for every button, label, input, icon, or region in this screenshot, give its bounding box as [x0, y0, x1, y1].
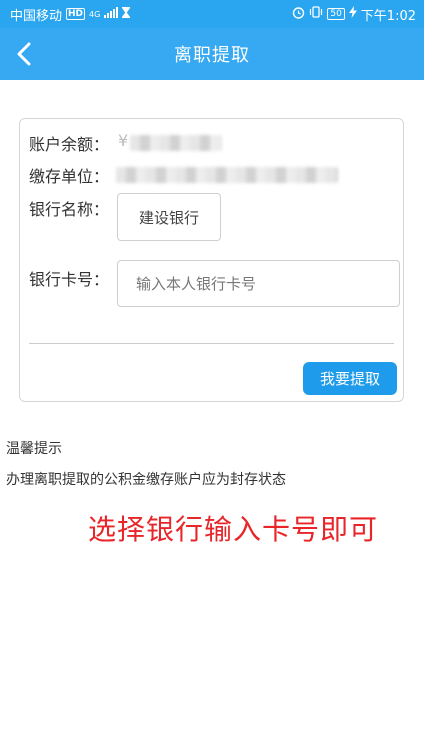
status-right: 50 下午1:02 — [292, 5, 416, 24]
back-button[interactable] — [10, 40, 38, 68]
bank-select-button[interactable]: 建设银行 — [117, 193, 221, 241]
network-type: 4G — [89, 9, 101, 19]
alarm-icon — [292, 6, 305, 23]
title-bar: 离职提取 — [0, 28, 424, 80]
battery-bolt-icon — [348, 6, 357, 22]
card-number-input[interactable] — [117, 260, 400, 307]
bank-name-label: 银行名称： — [29, 200, 110, 219]
employer-label: 缴存单位： — [29, 167, 110, 186]
carrier-name: 中国移动 — [10, 8, 63, 24]
hd-badge: HD — [66, 8, 86, 20]
tips-text: 办理离职提取的公积金缴存账户应为封存状态 — [6, 472, 286, 488]
status-bar: 中国移动 HD 4G 50 下午1:02 — [0, 0, 424, 28]
annotation-text: 选择银行输入卡号即可 — [88, 513, 379, 546]
vibrate-icon — [309, 6, 323, 22]
balance-redacted — [130, 135, 222, 151]
hourglass-icon — [122, 6, 131, 22]
withdraw-form-card: 账户余额： ¥ 缴存单位： 银行名称： 建设银行 银行卡号： 我要提取 — [19, 118, 404, 402]
chevron-left-icon — [17, 42, 31, 66]
battery-level: 50 — [327, 8, 345, 20]
signal-icon — [104, 6, 119, 22]
card-number-label: 银行卡号： — [29, 270, 110, 289]
status-time: 下午1:02 — [360, 8, 416, 24]
balance-label: 账户余额： — [29, 135, 110, 154]
page-title: 离职提取 — [174, 45, 250, 66]
withdraw-button[interactable]: 我要提取 — [303, 362, 397, 395]
divider — [29, 343, 394, 344]
balance-value: ¥ — [118, 131, 129, 150]
status-left: 中国移动 HD 4G — [10, 5, 131, 24]
tips-title: 温馨提示 — [6, 441, 62, 457]
employer-redacted — [116, 167, 338, 183]
